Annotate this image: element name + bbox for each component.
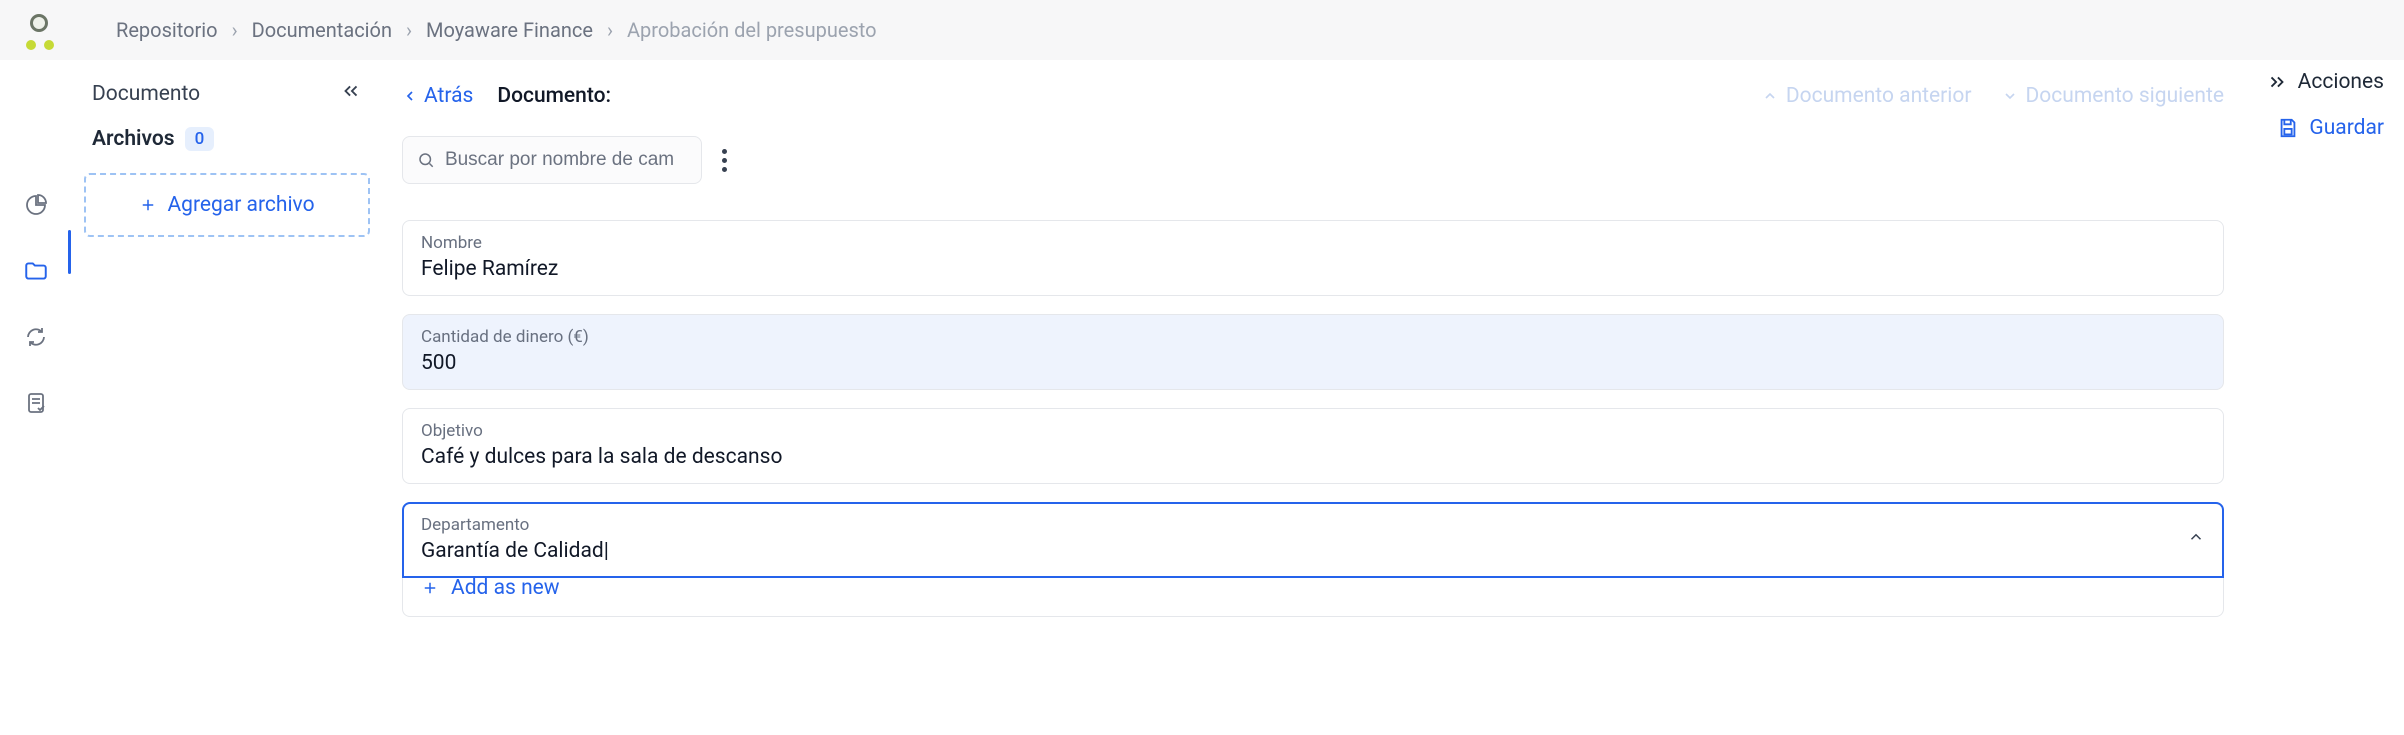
field-amount[interactable]: Cantidad de dinero (€) 500 bbox=[402, 314, 2224, 390]
form-icon[interactable] bbox=[21, 388, 51, 418]
field-name[interactable]: Nombre Felipe Ramírez bbox=[402, 220, 2224, 296]
plus-icon bbox=[421, 579, 439, 597]
search-input-container[interactable] bbox=[402, 136, 702, 184]
chevron-right-icon: › bbox=[232, 18, 238, 42]
files-section-header: Archivos 0 bbox=[84, 119, 370, 159]
main-content: Atrás Documento: Documento anterior Docu… bbox=[382, 60, 2244, 735]
collapse-sidebar-icon[interactable] bbox=[340, 80, 362, 107]
sidebar-title: Documento bbox=[92, 82, 200, 106]
search-input[interactable] bbox=[445, 149, 687, 171]
breadcrumb-item[interactable]: Repositorio bbox=[116, 18, 218, 42]
save-button[interactable]: Guardar bbox=[2277, 116, 2384, 140]
actions-label: Acciones bbox=[2298, 70, 2384, 94]
breadcrumb-item[interactable]: Documentación bbox=[252, 18, 392, 42]
sync-icon[interactable] bbox=[21, 322, 51, 352]
document-title-label: Documento: bbox=[497, 84, 611, 108]
field-goal[interactable]: Objetivo Café y dulces para la sala de d… bbox=[402, 408, 2224, 484]
chevron-up-icon[interactable] bbox=[2187, 527, 2205, 551]
next-document-button[interactable]: Documento siguiente bbox=[2002, 84, 2225, 108]
breadcrumb-current: Aprobación del presupuesto bbox=[627, 18, 877, 42]
prev-document-button[interactable]: Documento anterior bbox=[1762, 84, 1972, 108]
chevron-up-icon bbox=[1762, 88, 1778, 104]
field-label: Cantidad de dinero (€) bbox=[421, 327, 2205, 347]
breadcrumb: Repositorio › Documentación › Moyaware F… bbox=[116, 18, 877, 42]
actions-toggle[interactable]: Acciones bbox=[2266, 70, 2384, 94]
field-value[interactable]: Felipe Ramírez bbox=[421, 257, 2205, 281]
right-actions-column: Acciones Guardar bbox=[2266, 70, 2384, 140]
sidebar-panel: Documento Archivos 0 Agregar archivo bbox=[72, 60, 382, 735]
plus-icon bbox=[139, 196, 157, 214]
field-label: Objetivo bbox=[421, 421, 2205, 441]
next-document-label: Documento siguiente bbox=[2026, 84, 2225, 108]
app-logo bbox=[16, 10, 56, 50]
more-options-icon[interactable] bbox=[722, 149, 727, 172]
files-count-badge: 0 bbox=[185, 127, 215, 151]
chevron-left-icon bbox=[402, 88, 418, 104]
nav-rail bbox=[0, 60, 72, 735]
back-label: Atrás bbox=[424, 84, 473, 108]
double-chevron-right-icon bbox=[2266, 71, 2288, 93]
field-value[interactable]: Garantía de Calidad bbox=[421, 539, 2187, 563]
save-label: Guardar bbox=[2309, 116, 2384, 140]
save-icon bbox=[2277, 117, 2299, 139]
topbar: Repositorio › Documentación › Moyaware F… bbox=[0, 0, 2404, 60]
back-button[interactable]: Atrás bbox=[402, 84, 473, 108]
chevron-down-icon bbox=[2002, 88, 2018, 104]
add-as-new-label: Add as new bbox=[451, 576, 560, 600]
folder-icon[interactable] bbox=[21, 256, 51, 286]
field-department[interactable]: Departamento Garantía de Calidad bbox=[402, 502, 2224, 578]
field-label: Nombre bbox=[421, 233, 2205, 253]
add-file-button[interactable]: Agregar archivo bbox=[84, 173, 370, 237]
field-value[interactable]: Café y dulces para la sala de descanso bbox=[421, 445, 2205, 469]
prev-document-label: Documento anterior bbox=[1786, 84, 1972, 108]
field-label: Departamento bbox=[421, 515, 2187, 535]
breadcrumb-item[interactable]: Moyaware Finance bbox=[426, 18, 593, 42]
search-icon bbox=[417, 150, 435, 170]
add-file-label: Agregar archivo bbox=[167, 193, 314, 217]
files-label: Archivos bbox=[92, 127, 175, 151]
field-value[interactable]: 500 bbox=[421, 351, 2205, 375]
chevron-right-icon: › bbox=[406, 18, 412, 42]
rail-active-indicator bbox=[68, 230, 71, 274]
chevron-right-icon: › bbox=[607, 18, 613, 42]
chart-icon[interactable] bbox=[21, 190, 51, 220]
